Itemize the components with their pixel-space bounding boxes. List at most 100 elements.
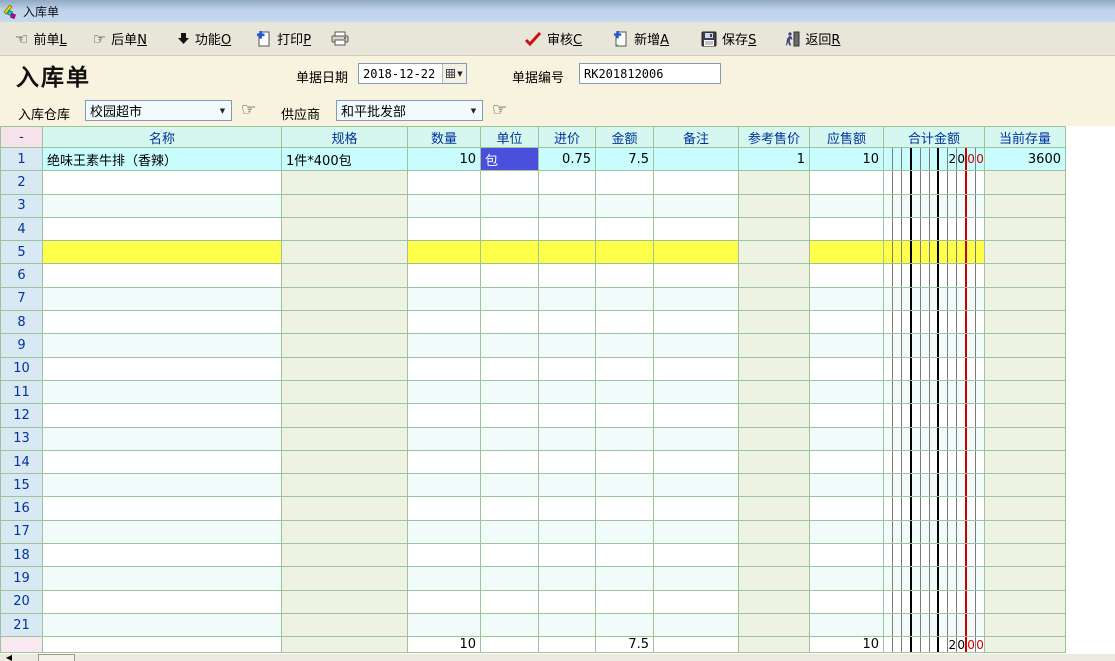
table-cell-sale_amount[interactable] [810,474,884,497]
table-cell-num[interactable]: 7 [0,288,43,311]
supplier-picker-hand-icon[interactable]: ☞ [492,100,507,120]
table-cell-qty[interactable] [408,334,481,357]
table-cell-amount[interactable] [596,497,654,520]
table-cell-sale_amount[interactable] [810,404,884,427]
table-cell-ref_price[interactable] [739,241,810,264]
table-cell-total[interactable] [884,404,985,427]
table-cell-name[interactable] [43,497,282,520]
table-cell-spec[interactable] [282,404,408,427]
table-cell-ref_price[interactable] [739,195,810,218]
table-cell-amount[interactable] [596,358,654,381]
table-cell-num[interactable]: 19 [0,567,43,590]
table-cell-sale_amount[interactable] [810,521,884,544]
table-cell-qty[interactable] [408,428,481,451]
table-cell-price[interactable] [539,334,596,357]
table-cell-stock[interactable] [985,404,1066,427]
table-cell-unit[interactable] [481,241,539,264]
table-cell-price[interactable] [539,264,596,287]
table-cell-sale_amount[interactable] [810,358,884,381]
doc-no-input[interactable]: RK201812006 [579,63,721,84]
table-cell-remark[interactable] [654,404,739,427]
table-cell-qty[interactable] [408,591,481,614]
table-cell-price[interactable] [539,218,596,241]
table-cell-name[interactable] [43,381,282,404]
table-cell-spec[interactable] [282,381,408,404]
table-cell-remark[interactable] [654,614,739,637]
table-cell-stock[interactable] [985,171,1066,194]
table-cell-stock[interactable] [985,544,1066,567]
table-cell-amount[interactable] [596,381,654,404]
table-cell-name[interactable] [43,195,282,218]
table-cell-ref_price[interactable] [739,614,810,637]
table-cell-total[interactable] [884,381,985,404]
table-cell-total[interactable] [884,497,985,520]
chevron-down-icon[interactable]: ▼ [214,101,231,120]
table-cell-price[interactable] [539,544,596,567]
table-cell-sale_amount[interactable] [810,428,884,451]
table-cell-spec[interactable] [282,544,408,567]
table-cell-amount[interactable] [596,264,654,287]
table-cell-ref_price[interactable] [739,428,810,451]
table-cell-ref_price[interactable]: 1 [739,148,810,171]
horizontal-scrollbar[interactable]: ◀ [0,654,1115,661]
table-cell-unit[interactable] [481,264,539,287]
table-cell-num[interactable]: 10 [0,358,43,381]
table-cell-name[interactable] [43,567,282,590]
table-cell-qty[interactable] [408,544,481,567]
table-cell-amount[interactable] [596,334,654,357]
table-cell-remark[interactable] [654,358,739,381]
table-cell-ref_price[interactable] [739,171,810,194]
warehouse-select[interactable]: 校园超市 ▼ [85,100,232,121]
back-button[interactable]: 返回R [777,24,849,53]
table-cell-sale_amount[interactable] [810,218,884,241]
table-cell-sale_amount[interactable] [810,497,884,520]
table-cell-price[interactable] [539,381,596,404]
table-cell-stock[interactable]: 3600 [985,148,1066,171]
table-cell-sale_amount[interactable] [810,591,884,614]
table-cell-qty[interactable] [408,241,481,264]
table-cell-price[interactable] [539,311,596,334]
table-cell-num[interactable]: 5 [0,241,43,264]
table-cell-amount[interactable] [596,171,654,194]
table-cell-price[interactable] [539,521,596,544]
table-cell-name[interactable] [43,404,282,427]
table-cell-ref_price[interactable] [739,497,810,520]
table-cell-num[interactable]: 6 [0,264,43,287]
table-cell-name[interactable] [43,521,282,544]
table-cell-price[interactable] [539,451,596,474]
table-cell-spec[interactable] [282,195,408,218]
table-cell-unit[interactable] [481,474,539,497]
table-cell-total[interactable] [884,544,985,567]
table-cell-unit[interactable] [481,567,539,590]
table-cell-stock[interactable] [985,474,1066,497]
scrollbar-thumb[interactable] [38,654,75,661]
table-cell-unit[interactable] [481,334,539,357]
table-cell-stock[interactable] [985,195,1066,218]
table-cell-sale_amount[interactable] [810,381,884,404]
table-cell-num[interactable]: 21 [0,614,43,637]
table-cell-total[interactable] [884,171,985,194]
table-cell-remark[interactable] [654,497,739,520]
table-cell-remark[interactable] [654,264,739,287]
table-cell-num[interactable]: 14 [0,451,43,474]
new-button[interactable]: 新增A [605,24,678,53]
table-cell-spec[interactable] [282,428,408,451]
table-cell-total[interactable] [884,311,985,334]
table-cell-unit[interactable] [481,497,539,520]
table-cell-spec[interactable] [282,171,408,194]
table-cell-name[interactable] [43,428,282,451]
next-doc-button[interactable]: ☞ 后单N [84,24,156,53]
table-cell-num[interactable]: 12 [0,404,43,427]
table-cell-unit[interactable] [481,591,539,614]
table-cell-num[interactable]: 15 [0,474,43,497]
table-cell-unit[interactable] [481,218,539,241]
table-cell-unit[interactable] [481,544,539,567]
table-cell-name[interactable] [43,334,282,357]
table-cell-name[interactable] [43,241,282,264]
printer-button[interactable] [322,26,358,51]
table-cell-num[interactable]: 11 [0,381,43,404]
table-cell-qty[interactable]: 10 [408,148,481,171]
table-cell-sale_amount[interactable] [810,241,884,264]
table-cell-amount[interactable] [596,591,654,614]
table-cell-spec[interactable] [282,334,408,357]
